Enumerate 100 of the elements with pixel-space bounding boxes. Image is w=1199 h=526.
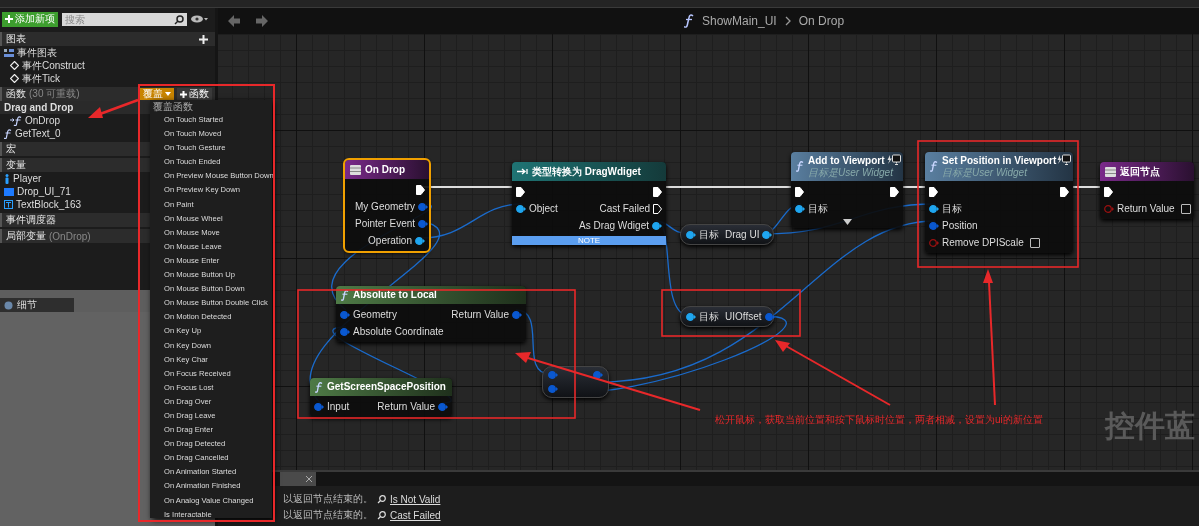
exec-pin-icon[interactable] (1104, 186, 1113, 197)
exec-pin-icon[interactable] (653, 203, 662, 214)
section-title: 图表 (6, 32, 26, 46)
forward-arrow-icon[interactable] (256, 15, 268, 27)
object-pin-icon[interactable] (516, 204, 526, 213)
struct-pin-icon[interactable] (512, 310, 522, 319)
item-label: 事件Tick (22, 71, 60, 86)
struct-pin-icon[interactable] (418, 202, 428, 211)
close-icon[interactable] (306, 476, 312, 482)
person-icon (4, 173, 10, 184)
blueprint-node[interactable]: On Drop My Geometry Pointer Event Operation (345, 160, 429, 251)
breadcrumb-link[interactable]: ShowMain_UI (702, 14, 777, 28)
breadcrumb-link[interactable]: On Drop (798, 14, 845, 28)
cast-arrow-icon (517, 168, 528, 175)
event-icon (1105, 166, 1116, 177)
checkbox[interactable] (1180, 203, 1191, 214)
back-arrow-icon[interactable] (228, 15, 240, 27)
exec-pin-icon[interactable] (795, 186, 804, 197)
struct-pin-icon[interactable] (438, 402, 448, 411)
tree-item[interactable]: 事件Tick (0, 72, 215, 85)
function-icon (315, 381, 323, 393)
eye-icon[interactable] (191, 15, 209, 23)
widget-icon (4, 187, 14, 196)
search-field[interactable]: 搜索 (62, 12, 187, 26)
blueprint-node[interactable]: 目标 UIOffset (680, 306, 774, 327)
object-pin-icon[interactable] (762, 230, 773, 239)
section-title: 宏 (6, 142, 16, 156)
struct-pin-icon[interactable] (340, 327, 350, 336)
item-label: 事件Construct (22, 58, 85, 73)
struct-pin-icon[interactable] (340, 310, 350, 319)
exec-pin-icon[interactable] (890, 186, 899, 197)
function-icon (930, 161, 938, 172)
blueprint-node[interactable]: Absolute to Local Geometry Return Value Absolute Coordinate (336, 286, 526, 342)
struct-pin-icon[interactable] (764, 312, 775, 321)
pin-label: Return Value (1117, 203, 1175, 214)
pin-label: 目标 (808, 201, 828, 216)
exec-pin-icon[interactable] (929, 186, 938, 197)
add-function-button[interactable]: 函数 (177, 88, 212, 100)
pin-label: Absolute Coordinate (353, 326, 444, 337)
section-header[interactable]: 图表 (0, 32, 215, 46)
exec-pin-icon[interactable] (416, 184, 425, 195)
function-icon (796, 161, 804, 172)
item-label: Player (13, 173, 42, 184)
node-link[interactable]: Cast Failed (390, 509, 441, 521)
blueprint-node[interactable]: 类型转换为 DragWdiget Object Cast Failed As Drag Wdiget NOTE (512, 162, 666, 245)
checkbox[interactable] (1029, 237, 1040, 248)
object-pin-icon[interactable] (929, 204, 939, 213)
globe-icon (4, 300, 13, 310)
object-pin-icon[interactable] (652, 221, 662, 230)
section-header[interactable]: 函数 (30 可重载) 覆盖 函数 (0, 87, 215, 101)
object-pin-icon[interactable] (795, 204, 805, 213)
struct-pin-icon[interactable] (548, 371, 558, 379)
blueprint-node[interactable] (542, 366, 609, 398)
section-title: 局部变量 (6, 229, 46, 243)
struct-pin-icon[interactable] (929, 221, 939, 230)
section-note: (30 可重载) (29, 87, 80, 101)
blueprint-node[interactable]: GetScreenSpacePosition Input Return Value (310, 378, 452, 417)
text-block-icon (4, 200, 13, 209)
exec-pin-icon[interactable] (516, 186, 525, 197)
struct-pin-icon[interactable] (314, 402, 324, 411)
tree-item[interactable]: 事件图表 (0, 46, 215, 59)
plus-icon (180, 90, 187, 98)
search-icon (174, 14, 184, 25)
graph-icon (4, 48, 14, 57)
node-title: 类型转换为 DragWdiget (532, 165, 641, 178)
blueprint-node[interactable]: 返回节点 Return Value (1100, 162, 1194, 219)
item-label: 事件图表 (17, 45, 57, 60)
pin-label: Remove DPIScale (942, 237, 1024, 248)
expand-arrow-icon[interactable] (842, 219, 852, 225)
result-message: 以返回节点结束的。 (283, 508, 373, 522)
object-pin-icon[interactable] (686, 312, 696, 321)
item-label: OnDrop (25, 115, 60, 126)
details-tab[interactable]: 细节 (0, 298, 74, 312)
pin-label: My Geometry (355, 201, 415, 212)
struct-pin-icon[interactable] (593, 371, 603, 379)
exec-pin-icon[interactable] (653, 186, 662, 197)
results-tab[interactable] (280, 472, 316, 486)
pin-label: Geometry (353, 309, 397, 320)
annotation-text: 松开鼠标，获取当前位置和按下鼠标时位置，两者相减，设置为ui的新位置 (715, 413, 1043, 427)
caret-icon (165, 92, 171, 96)
pin-label: Pointer Event (355, 218, 416, 229)
exec-pin-icon[interactable] (1060, 186, 1069, 197)
pin-label: Return Value (377, 401, 435, 412)
object-pin-icon[interactable] (686, 230, 696, 239)
object-pin-icon[interactable] (415, 236, 425, 245)
struct-pin-icon[interactable] (418, 219, 429, 228)
pin-label: As Drag Wdiget (578, 220, 649, 231)
tab-label: 细节 (17, 298, 37, 312)
add-icon[interactable] (199, 34, 208, 44)
monitor-icon (1057, 154, 1071, 166)
blueprint-node[interactable]: 目标 Drag UI (680, 224, 774, 245)
tree-item[interactable]: 事件Construct (0, 59, 215, 72)
struct-pin-icon[interactable] (548, 385, 558, 393)
section-title: 函数 (6, 87, 26, 101)
pin-label: UIOffset (725, 311, 762, 322)
node-title: 返回节点 (1120, 165, 1160, 178)
blueprint-type-label: 控件蓝 (1105, 408, 1195, 444)
menu-heading: 覆盖函数 (152, 100, 194, 113)
node-title: Set Position in Viewport (942, 155, 1057, 167)
node-link[interactable]: Is Not Valid (390, 493, 441, 505)
